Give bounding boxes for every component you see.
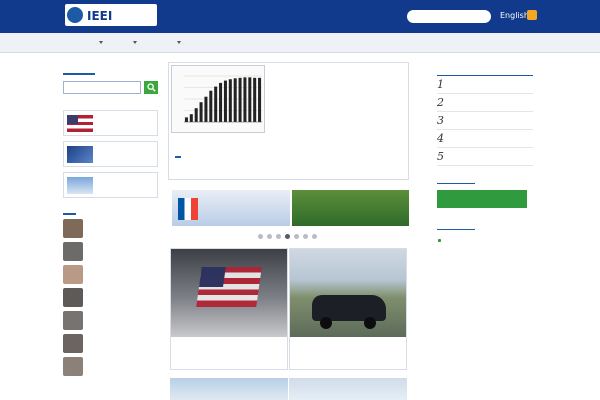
avatar [63,219,83,238]
feature-chart-svg [184,75,262,123]
author-item[interactable] [63,355,158,378]
feature-article[interactable] [168,62,409,180]
right-sidebar: 1 2 3 4 5 [437,66,533,242]
carousel-dot[interactable] [294,234,299,239]
main-nav [0,33,600,53]
avatar [63,242,83,261]
carousel-dots [258,233,321,241]
article-photo-next[interactable] [289,378,407,400]
site-search-heading [63,66,95,75]
author-item[interactable] [63,332,158,355]
banner-carousel [168,190,409,228]
chart-bar [189,114,193,122]
read-more-link[interactable] [175,156,181,158]
chart-bar [184,117,188,122]
chart-bar [199,102,203,122]
article-photo [290,249,406,337]
ranking-item[interactable]: 1 [437,76,533,94]
banner-2[interactable] [63,172,158,198]
carousel-slide[interactable] [172,190,290,226]
chart-bar [253,77,257,122]
chevron-down-icon [99,40,103,44]
avatar [63,311,83,330]
rank-number: 4 [437,132,444,145]
carousel-dot[interactable] [303,234,308,239]
banner-1[interactable] [63,141,158,167]
site-header: IEEI English [0,0,600,33]
author-item[interactable] [63,240,158,263]
chart-bar [223,80,227,122]
left-sidebar [63,66,158,378]
carousel-slide[interactable] [292,190,409,226]
avatar [63,288,83,307]
avatar [63,334,83,353]
carousel-dot[interactable] [285,234,290,239]
author-item[interactable] [63,217,158,240]
avatar [63,265,83,284]
ranking-item[interactable]: 2 [437,94,533,112]
author-item[interactable] [63,263,158,286]
rss-icon[interactable] [527,10,537,20]
header-search[interactable] [407,10,491,23]
site-logo[interactable]: IEEI [65,4,157,26]
carousel-dot[interactable] [267,234,272,239]
chart-bar [219,82,223,122]
france-flag [178,198,198,220]
chart-bar [214,86,218,122]
banner-thumb [67,115,93,132]
nav-item-1[interactable] [96,38,103,46]
nav-item-3[interactable] [174,38,181,46]
chart-bar [238,77,242,122]
article-card[interactable] [289,248,407,370]
rank-number: 3 [437,114,444,127]
chart-bar [228,79,232,122]
wheel-shape [364,317,376,329]
news-list-button[interactable] [437,190,527,208]
feature-chart [171,65,265,133]
site-search-input[interactable] [63,81,141,94]
ranking-item[interactable]: 5 [437,148,533,166]
chart-bar [243,77,247,122]
logo-globe-icon [67,7,83,23]
reports-heading [437,220,475,230]
rank-number: 5 [437,150,444,163]
carousel-dot[interactable] [258,234,263,239]
chart-bar [233,78,237,122]
ranking-item[interactable]: 4 [437,130,533,148]
feature-body [175,153,405,161]
banner-thumb [67,146,93,163]
rank-number: 1 [437,78,444,91]
carousel-dot[interactable] [276,234,281,239]
news-heading [437,174,475,184]
chart-bar [194,108,198,122]
carousel-dot[interactable] [312,234,317,239]
search-button[interactable] [144,81,158,94]
article-card[interactable] [170,248,288,370]
chart-bar [209,90,213,122]
rank-number: 2 [437,96,444,109]
chart-bar [258,77,262,122]
search-icon [147,83,156,92]
english-link[interactable]: English [500,11,529,20]
article-photo [171,249,287,337]
banner-thumb [67,177,93,194]
authors-heading [63,206,76,215]
ranking-heading [437,66,533,76]
logo-name: IEEI [87,9,113,23]
nav-item-2[interactable] [130,38,137,46]
site-search [63,81,158,94]
ranking-item[interactable]: 3 [437,112,533,130]
banner-0[interactable] [63,110,158,136]
author-item[interactable] [63,309,158,332]
author-item[interactable] [63,286,158,309]
wheel-shape [320,317,332,329]
us-flag [196,267,262,307]
article-photo-next[interactable] [170,378,288,400]
chart-bar [204,96,208,122]
chart-bar [248,77,252,122]
chevron-down-icon [177,40,181,44]
avatar [63,357,83,376]
chevron-down-icon [133,40,137,44]
